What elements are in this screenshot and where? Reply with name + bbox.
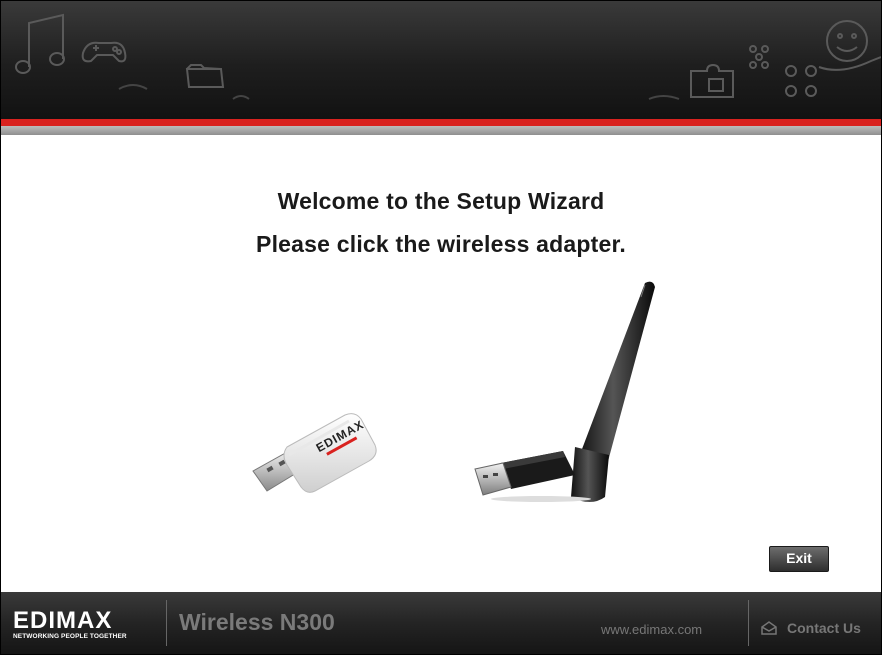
footer-bar: EDIMAX NETWORKING PEOPLE TOGETHER Wirele… bbox=[1, 592, 881, 654]
logo-text: EDIMAX bbox=[13, 607, 113, 634]
envelope-icon bbox=[761, 621, 777, 635]
header-decoration bbox=[15, 13, 881, 100]
antenna-usb-adapter[interactable] bbox=[471, 275, 671, 505]
logo-tagline: NETWORKING PEOPLE TOGETHER bbox=[13, 633, 127, 640]
welcome-heading: Welcome to the Setup Wizard bbox=[277, 188, 605, 214]
network-icon bbox=[749, 45, 817, 97]
folder-icon bbox=[185, 64, 225, 88]
website-link[interactable]: www.edimax.com bbox=[601, 622, 702, 637]
puzzle-icon bbox=[690, 63, 734, 98]
product-name: Wireless N300 bbox=[179, 609, 335, 635]
contact-us-label: Contact Us bbox=[787, 620, 861, 636]
smiley-icon bbox=[818, 20, 881, 71]
instruction-heading: Please click the wireless adapter. bbox=[256, 231, 626, 257]
antenna-usb-adapter-image bbox=[474, 281, 655, 502]
footer-divider bbox=[748, 600, 749, 646]
mini-usb-adapter[interactable]: EDIMAX bbox=[249, 399, 384, 499]
header-grey-bar bbox=[1, 126, 881, 135]
exit-button[interactable]: Exit bbox=[769, 546, 829, 572]
footer-divider bbox=[166, 600, 167, 646]
setup-wizard-window: Welcome to the Setup Wizard Please click… bbox=[0, 0, 882, 655]
mini-usb-adapter-image: EDIMAX bbox=[252, 413, 377, 493]
edimax-logo: EDIMAX NETWORKING PEOPLE TOGETHER bbox=[13, 609, 153, 643]
header-banner bbox=[1, 1, 881, 119]
header-accent-bar bbox=[1, 119, 881, 126]
gamepad-icon bbox=[81, 41, 127, 63]
music-note-icon bbox=[15, 13, 65, 74]
